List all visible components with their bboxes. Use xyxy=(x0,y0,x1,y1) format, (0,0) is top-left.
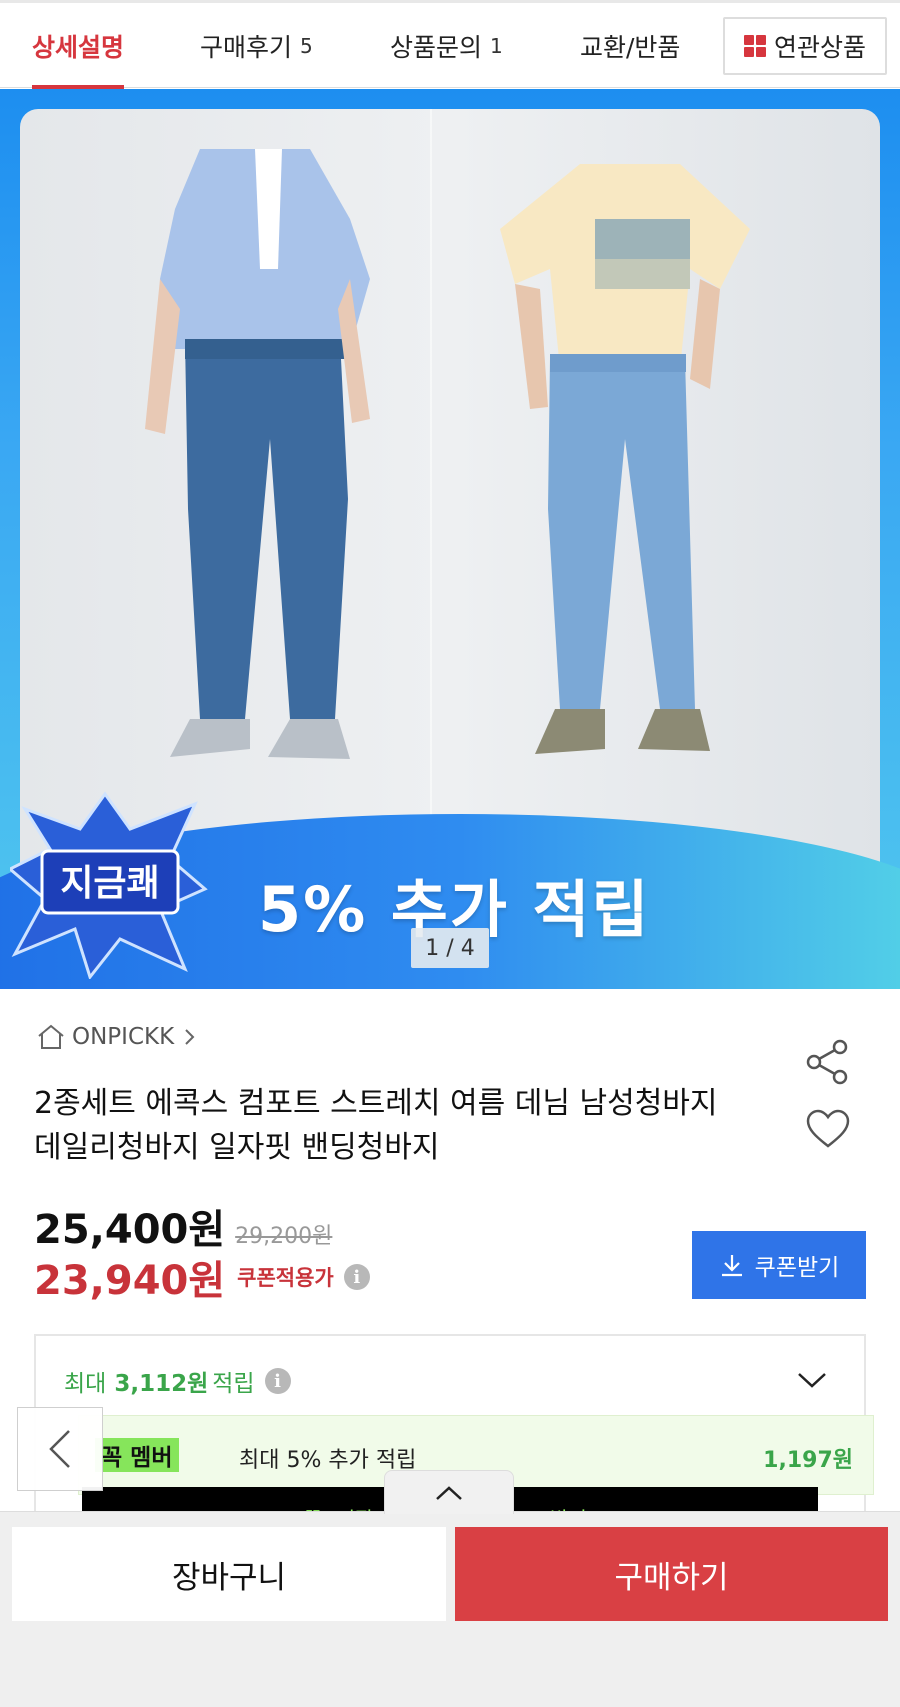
tab-detail[interactable]: 상세설명 xyxy=(32,3,125,90)
tab-inquiry-count: 1 xyxy=(490,34,503,58)
max-points-row[interactable]: 최대 3,112원 적립 i xyxy=(64,1364,291,1398)
points-amount: 3,112원 xyxy=(114,1371,209,1397)
bottom-action-bar: 장바구니 구매하기 xyxy=(0,1511,900,1707)
product-image-carousel[interactable]: 지금쾌 5% 추가 적립 1 / 4 xyxy=(0,89,900,989)
image-pager: 1 / 4 xyxy=(411,928,489,968)
coupon-download-button[interactable]: 쿠폰받기 xyxy=(692,1231,866,1299)
price-row: 25,400원 29,200원 xyxy=(34,1197,332,1255)
tab-reviews[interactable]: 구매후기 5 xyxy=(200,3,313,89)
related-products-button[interactable]: 연관상품 xyxy=(723,17,887,75)
lightning-badge-icon: 지금쾌 xyxy=(10,791,208,979)
tab-inquiry-label: 상품문의 xyxy=(390,33,483,62)
sale-price: 25,400원 xyxy=(34,1207,226,1253)
chevron-up-icon xyxy=(436,1485,462,1500)
tab-exchange-label: 교환/반품 xyxy=(580,33,681,62)
buy-now-label: 구매하기 xyxy=(614,1559,729,1596)
detail-tabs: 상세설명 구매후기 5 상품문의 1 교환/반품 연관상품 xyxy=(0,0,900,90)
chevron-right-icon xyxy=(185,1029,195,1045)
expand-options-tab[interactable] xyxy=(384,1470,514,1514)
back-button[interactable] xyxy=(17,1407,103,1491)
home-icon xyxy=(38,1024,64,1049)
store-link[interactable]: ONPICKK xyxy=(36,1023,206,1051)
tab-inquiry[interactable]: 상품문의 1 xyxy=(390,3,503,89)
points-suffix: 적립 xyxy=(212,1371,255,1397)
points-prefix: 최대 xyxy=(64,1371,107,1397)
coupon-price-label: 쿠폰적용가 xyxy=(237,1266,334,1290)
member-benefit-amount: 1,197원 xyxy=(763,1448,853,1473)
coupon-price-row: 23,940원 쿠폰적용가 i xyxy=(34,1248,370,1306)
tab-detail-label: 상세설명 xyxy=(32,33,125,62)
product-title: 2종세트 에콕스 컴포트 스트레치 여름 데님 남성청바지 데일리청바지 일자핏… xyxy=(34,1086,718,1165)
add-to-cart-label: 장바구니 xyxy=(171,1559,287,1596)
download-icon xyxy=(721,1255,742,1277)
add-to-cart-button[interactable]: 장바구니 xyxy=(12,1527,446,1621)
member-tag: 꼭 멤버 xyxy=(95,1438,179,1472)
related-products-label: 연관상품 xyxy=(773,33,866,62)
tab-exchange[interactable]: 교환/반품 xyxy=(580,3,680,89)
points-info-icon[interactable]: i xyxy=(264,1368,291,1394)
original-price: 29,200원 xyxy=(235,1224,333,1249)
grid-icon xyxy=(743,35,766,57)
chevron-left-icon xyxy=(49,1430,70,1468)
info-icon[interactable]: i xyxy=(343,1264,370,1290)
coupon-download-label: 쿠폰받기 xyxy=(754,1254,840,1280)
share-icon[interactable] xyxy=(804,1038,852,1086)
badge-text: 지금쾌 xyxy=(60,863,159,904)
tab-reviews-count: 5 xyxy=(300,34,313,58)
wishlist-heart-icon[interactable] xyxy=(805,1108,851,1150)
tab-reviews-label: 구매후기 xyxy=(200,33,293,62)
chevron-down-icon[interactable] xyxy=(796,1370,828,1390)
coupon-price: 23,940원 xyxy=(34,1258,226,1304)
store-name: ONPICKK xyxy=(72,1024,175,1050)
buy-now-button[interactable]: 구매하기 xyxy=(455,1527,888,1621)
